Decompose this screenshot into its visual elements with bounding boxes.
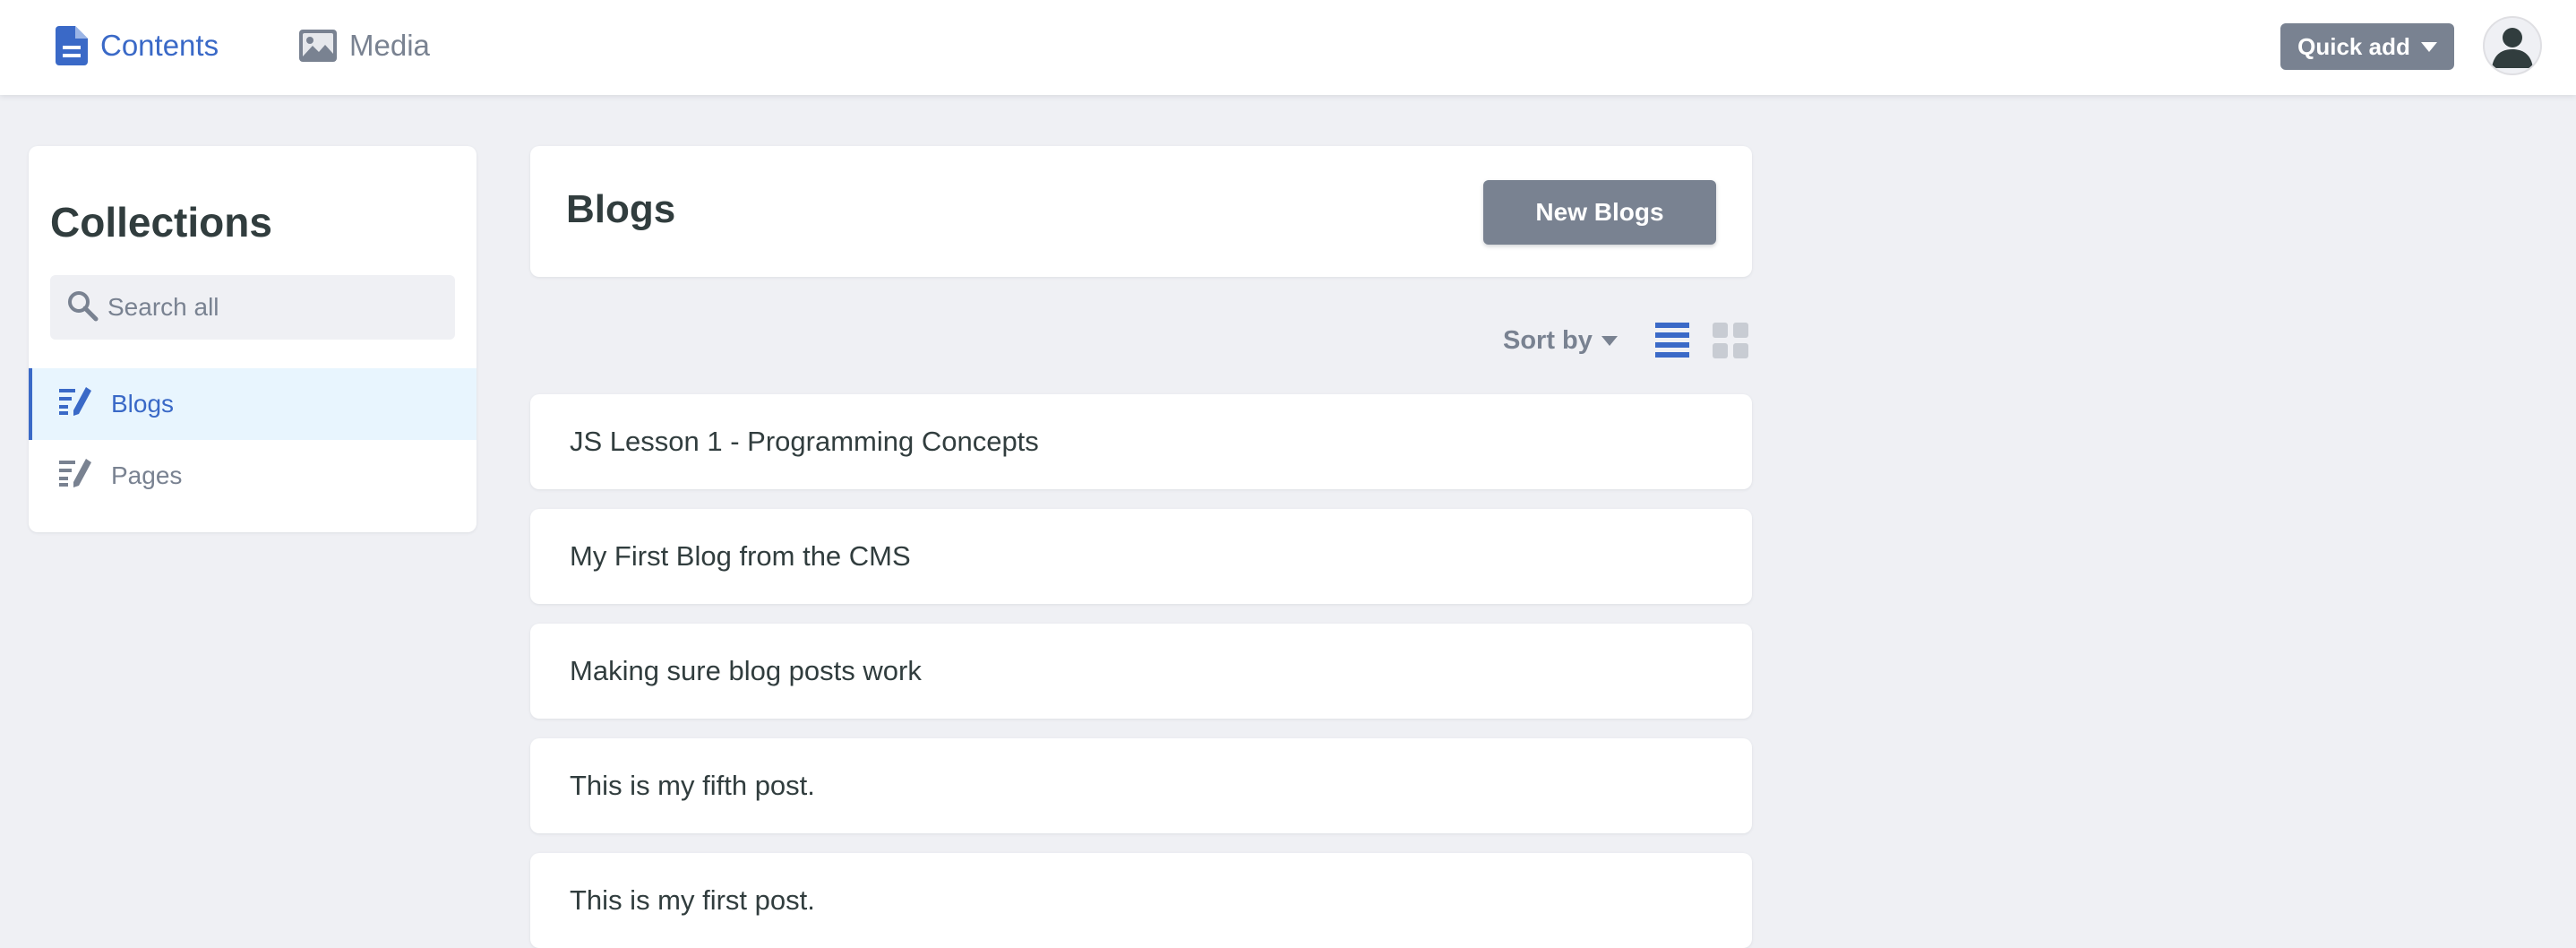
nav-contents-label: Contents (100, 29, 219, 62)
search-box (50, 275, 455, 340)
list-item[interactable]: Making sure blog posts work (530, 624, 1752, 719)
nav-media[interactable]: Media (299, 25, 430, 66)
list-item[interactable]: This is my fifth post. (530, 738, 1752, 833)
grid-view-toggle[interactable] (1713, 323, 1748, 363)
quick-add-label: Quick add (2297, 32, 2410, 60)
sidebar-item-label: Pages (111, 461, 183, 489)
sort-by-dropdown[interactable]: Sort by (1503, 323, 1618, 358)
nav-media-label: Media (349, 29, 430, 62)
list-item[interactable]: My First Blog from the CMS (530, 509, 1752, 604)
document-icon (56, 26, 88, 65)
list-item[interactable]: This is my first post. (530, 853, 1752, 948)
collections-sidebar: Collections Blogs (29, 146, 477, 532)
caret-down-icon (2420, 41, 2437, 52)
edit-list-icon (59, 458, 91, 494)
new-entry-button[interactable]: New Blogs (1483, 180, 1716, 245)
sidebar-item-blogs[interactable]: Blogs (29, 368, 477, 440)
quick-add-button[interactable]: Quick add (2280, 23, 2454, 70)
sidebar-item-pages[interactable]: Pages (29, 440, 477, 512)
user-avatar[interactable] (2483, 16, 2542, 75)
collection-header: Blogs New Blogs (530, 146, 1752, 277)
sidebar-title: Collections (50, 199, 272, 246)
user-icon (2485, 28, 2540, 73)
search-input[interactable] (107, 293, 448, 322)
image-icon (299, 30, 337, 62)
edit-list-icon (59, 386, 91, 422)
grid-view-icon (1713, 323, 1748, 362)
page-title: Blogs (566, 187, 676, 231)
list-item[interactable]: JS Lesson 1 - Programming Concepts (530, 394, 1752, 489)
list-view-icon (1655, 323, 1689, 362)
search-icon (66, 289, 99, 326)
caret-down-icon (1601, 335, 1618, 346)
top-navbar: Contents Media Quick add (0, 0, 2576, 95)
sort-by-label: Sort by (1503, 325, 1593, 355)
sidebar-item-label: Blogs (111, 390, 175, 418)
nav-contents[interactable]: Contents (56, 25, 219, 66)
list-view-toggle[interactable] (1655, 323, 1689, 363)
